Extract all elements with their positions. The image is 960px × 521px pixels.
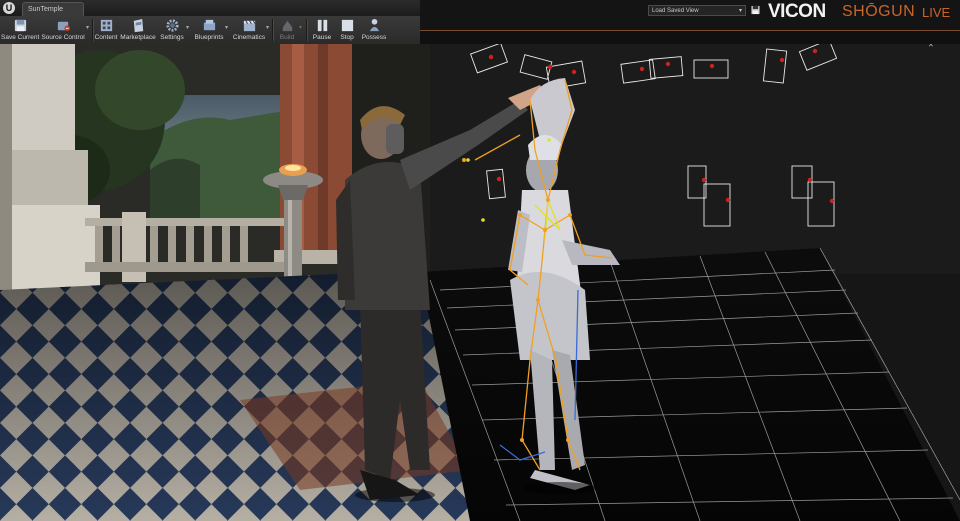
- possess-button[interactable]: Possess: [361, 16, 387, 44]
- clapperboard-icon: [243, 20, 256, 32]
- content-button[interactable]: Content: [94, 16, 118, 44]
- pause-icon: [317, 19, 327, 32]
- scene-render: [0, 44, 960, 521]
- live-logo: LIVE: [922, 5, 951, 20]
- toolbar-separator: [272, 19, 274, 41]
- pause-label: Pause: [312, 34, 332, 41]
- vicon-logo: VICON: [768, 1, 826, 22]
- marketplace-button[interactable]: Marketplace: [120, 16, 156, 44]
- content-browser-icon: [100, 19, 112, 32]
- blueprints-label: Blueprints: [194, 34, 224, 41]
- blueprint-icon: [203, 19, 215, 31]
- cinematics-label: Cinematics: [232, 34, 266, 41]
- stop-button[interactable]: Stop: [336, 16, 358, 44]
- toolbar-separator: [306, 19, 308, 41]
- save-current-button[interactable]: Save Current: [1, 16, 39, 44]
- unreal-logo-icon[interactable]: U: [3, 2, 15, 14]
- stop-label: Stop: [340, 34, 354, 41]
- chevron-down-icon: ▾: [738, 8, 742, 14]
- build-label: Build: [279, 34, 295, 41]
- header-accent-line: [420, 30, 960, 31]
- unreal-editor-window: U SunTemple Save Current Source Control …: [0, 0, 960, 521]
- cinematics-button[interactable]: Cinematics: [232, 16, 266, 44]
- blueprints-button[interactable]: Blueprints: [193, 16, 225, 44]
- source-control-label: Source Control: [41, 34, 85, 41]
- level-editor-toolbar: Save Current Source Control ▾ Content Ma…: [0, 16, 420, 45]
- source-control-button[interactable]: Source Control: [40, 16, 86, 44]
- shogun-logo: SHŌGUN: [842, 3, 916, 20]
- possess-icon: [369, 18, 379, 32]
- build-dropdown-icon[interactable]: ▾: [299, 24, 302, 31]
- gear-icon: [165, 19, 179, 32]
- saved-view-dropdown[interactable]: Load Saved View ▾: [648, 5, 746, 16]
- possess-label: Possess: [361, 34, 387, 41]
- settings-button[interactable]: Settings: [158, 16, 186, 44]
- 3d-viewport[interactable]: ⊟ ⊡ ✕: [0, 44, 960, 521]
- source-control-dropdown-icon[interactable]: ▾: [86, 24, 89, 31]
- marketplace-icon: [133, 18, 143, 33]
- tab-level-document[interactable]: SunTemple: [22, 2, 84, 16]
- content-label: Content: [94, 34, 118, 41]
- settings-label: Settings: [160, 34, 184, 41]
- build-icon: [282, 20, 292, 32]
- stop-icon: [341, 19, 353, 32]
- save-icon: [14, 19, 26, 32]
- pause-button[interactable]: Pause: [311, 16, 333, 44]
- save-current-label: Save Current: [1, 34, 40, 41]
- saved-view-dropdown-label: Load Saved View: [652, 8, 699, 14]
- balustrade-rail: [85, 218, 285, 226]
- blueprints-dropdown-icon[interactable]: ▾: [225, 24, 228, 31]
- save-view-icon[interactable]: [751, 5, 760, 15]
- build-button[interactable]: Build: [276, 16, 298, 44]
- marketplace-label: Marketplace: [120, 34, 156, 41]
- cinematics-dropdown-icon[interactable]: ▾: [266, 24, 269, 31]
- brazier-pedestal: [284, 200, 302, 280]
- viewport-window-controls[interactable]: ⊟ ⊡ ✕: [928, 44, 960, 49]
- source-control-icon: [57, 21, 70, 32]
- settings-dropdown-icon[interactable]: ▾: [186, 24, 189, 31]
